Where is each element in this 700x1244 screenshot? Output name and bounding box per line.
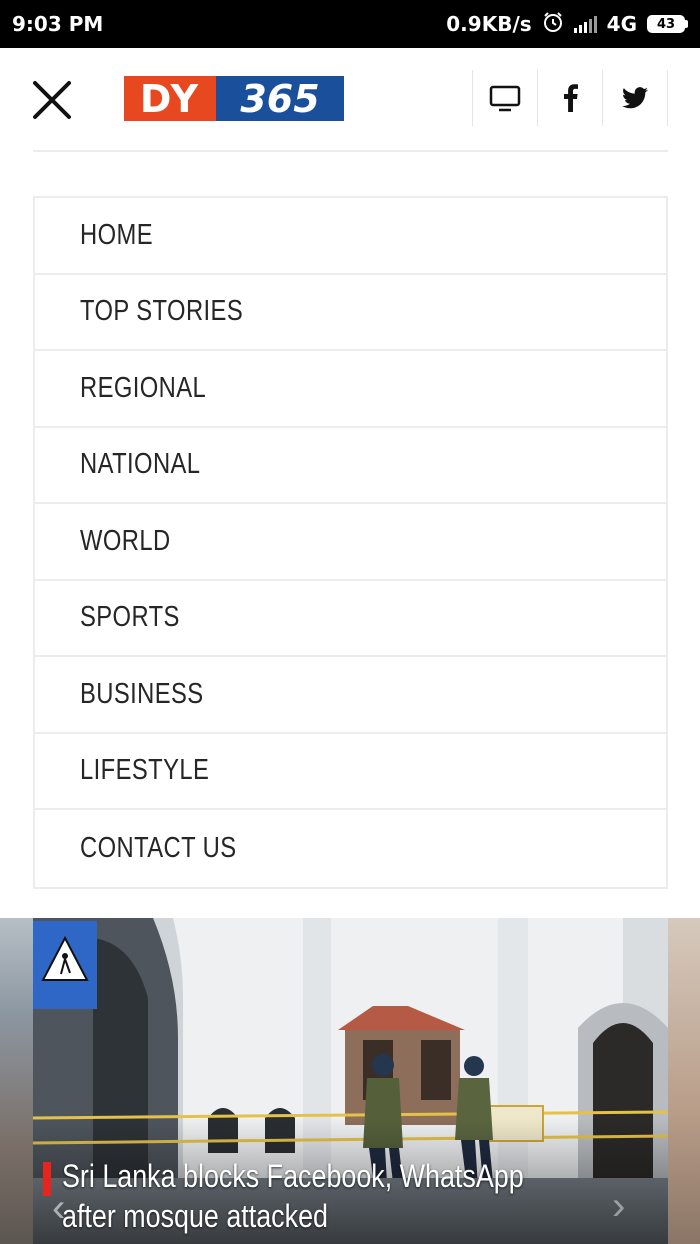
chevron-left-icon[interactable]: ‹ xyxy=(52,1186,65,1231)
menu-item-label: LIFESTYLE xyxy=(80,754,210,787)
menu-item-home[interactable]: HOME xyxy=(35,198,666,275)
battery-icon: 43 xyxy=(647,15,688,33)
previous-slide-peek[interactable] xyxy=(0,918,33,1244)
header: DY 365 xyxy=(0,48,700,152)
battery-level: 43 xyxy=(647,15,685,33)
menu-item-label: CONTACT US xyxy=(80,831,237,864)
slide-headline[interactable]: Sri Lanka blocks Facebook, WhatsApp afte… xyxy=(62,1156,562,1236)
twitter-icon[interactable] xyxy=(602,70,668,126)
menu-item-label: WORLD xyxy=(80,524,171,557)
tv-icon[interactable] xyxy=(472,70,537,126)
status-time: 9:03 PM xyxy=(12,12,104,36)
header-divider xyxy=(33,150,668,152)
menu-item-sports[interactable]: SPORTS xyxy=(35,581,666,657)
menu-item-label: SPORTS xyxy=(80,601,180,634)
logo-365: 365 xyxy=(216,76,344,121)
menu-item-national[interactable]: NATIONAL xyxy=(35,428,666,504)
headline-line-1: Sri Lanka blocks Facebook, WhatsApp xyxy=(62,1158,524,1194)
caption-accent-bar xyxy=(43,1162,51,1196)
news-slider[interactable]: Sri Lanka blocks Facebook, WhatsApp afte… xyxy=(0,918,700,1244)
menu-item-regional[interactable]: REGIONAL xyxy=(35,351,666,428)
headline-line-2: after mosque attacked xyxy=(62,1198,328,1234)
menu-item-label: BUSINESS xyxy=(80,677,204,710)
menu-item-lifestyle[interactable]: LIFESTYLE xyxy=(35,734,666,810)
menu-item-contact-us[interactable]: CONTACT US xyxy=(35,810,666,887)
chevron-right-icon[interactable]: › xyxy=(612,1184,625,1229)
menu-item-top-stories[interactable]: TOP STORIES xyxy=(35,275,666,351)
status-bar: 9:03 PM 0.9KB/s 4G 43 xyxy=(0,0,700,48)
menu-item-world[interactable]: WORLD xyxy=(35,504,666,581)
menu-item-label: NATIONAL xyxy=(80,448,201,481)
facebook-icon[interactable] xyxy=(537,70,602,126)
menu-item-business[interactable]: BUSINESS xyxy=(35,657,666,734)
logo-dy: DY xyxy=(124,76,216,121)
menu-item-label: HOME xyxy=(80,218,153,251)
nav-menu: HOME TOP STORIES REGIONAL NATIONAL WORLD… xyxy=(33,196,668,889)
site-logo[interactable]: DY 365 xyxy=(124,76,344,121)
close-icon[interactable] xyxy=(30,78,74,122)
status-right: 0.9KB/s 4G 43 xyxy=(446,11,688,38)
alarm-icon xyxy=(542,11,564,38)
header-social-icons xyxy=(472,70,668,126)
network-speed: 0.9KB/s xyxy=(446,12,532,36)
next-slide-peek[interactable] xyxy=(668,918,700,1244)
signal-icon xyxy=(573,15,597,33)
menu-item-label: TOP STORIES xyxy=(80,295,244,328)
menu-item-label: REGIONAL xyxy=(80,371,207,404)
network-type: 4G xyxy=(606,12,637,36)
